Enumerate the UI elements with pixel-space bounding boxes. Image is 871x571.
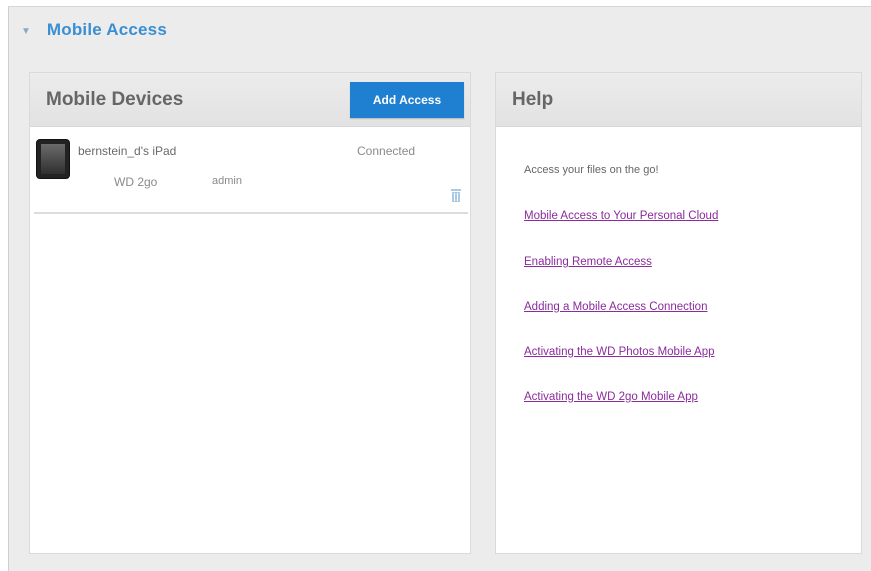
chevron-down-icon[interactable]: ▼ xyxy=(21,26,31,37)
help-link-remote-access[interactable]: Enabling Remote Access xyxy=(524,256,652,268)
device-status: Connected xyxy=(357,144,416,158)
help-title: Help xyxy=(512,88,554,110)
help-intro: Access your files on the go! xyxy=(524,164,659,176)
mobile-devices-panel: Mobile Devices Add Access bernstein_d's … xyxy=(29,72,471,554)
help-panel: Help Access your files on the go! Mobile… xyxy=(495,72,862,554)
mobile-access-section: ▼ Mobile Access Mobile Devices Add Acces… xyxy=(8,6,871,571)
help-link-add-connection[interactable]: Adding a Mobile Access Connection xyxy=(524,301,707,313)
section-title: Mobile Access xyxy=(46,20,167,39)
trash-icon[interactable] xyxy=(450,188,462,202)
tablet-icon xyxy=(36,139,70,179)
device-row[interactable]: bernstein_d's iPad Connected WD 2go admi… xyxy=(34,129,468,214)
help-header: Help xyxy=(496,73,861,127)
section-header[interactable]: ▼ Mobile Access xyxy=(9,7,871,53)
device-app: WD 2go xyxy=(114,175,158,189)
mobile-devices-title: Mobile Devices xyxy=(46,88,184,110)
device-name: bernstein_d's iPad xyxy=(78,144,177,158)
help-link-wd-2go[interactable]: Activating the WD 2go Mobile App xyxy=(524,391,698,403)
mobile-devices-header: Mobile Devices Add Access xyxy=(30,73,470,127)
help-link-personal-cloud[interactable]: Mobile Access to Your Personal Cloud xyxy=(524,210,718,222)
device-user: admin xyxy=(212,175,242,187)
add-access-button[interactable]: Add Access xyxy=(350,82,464,118)
help-link-wd-photos[interactable]: Activating the WD Photos Mobile App xyxy=(524,346,715,358)
